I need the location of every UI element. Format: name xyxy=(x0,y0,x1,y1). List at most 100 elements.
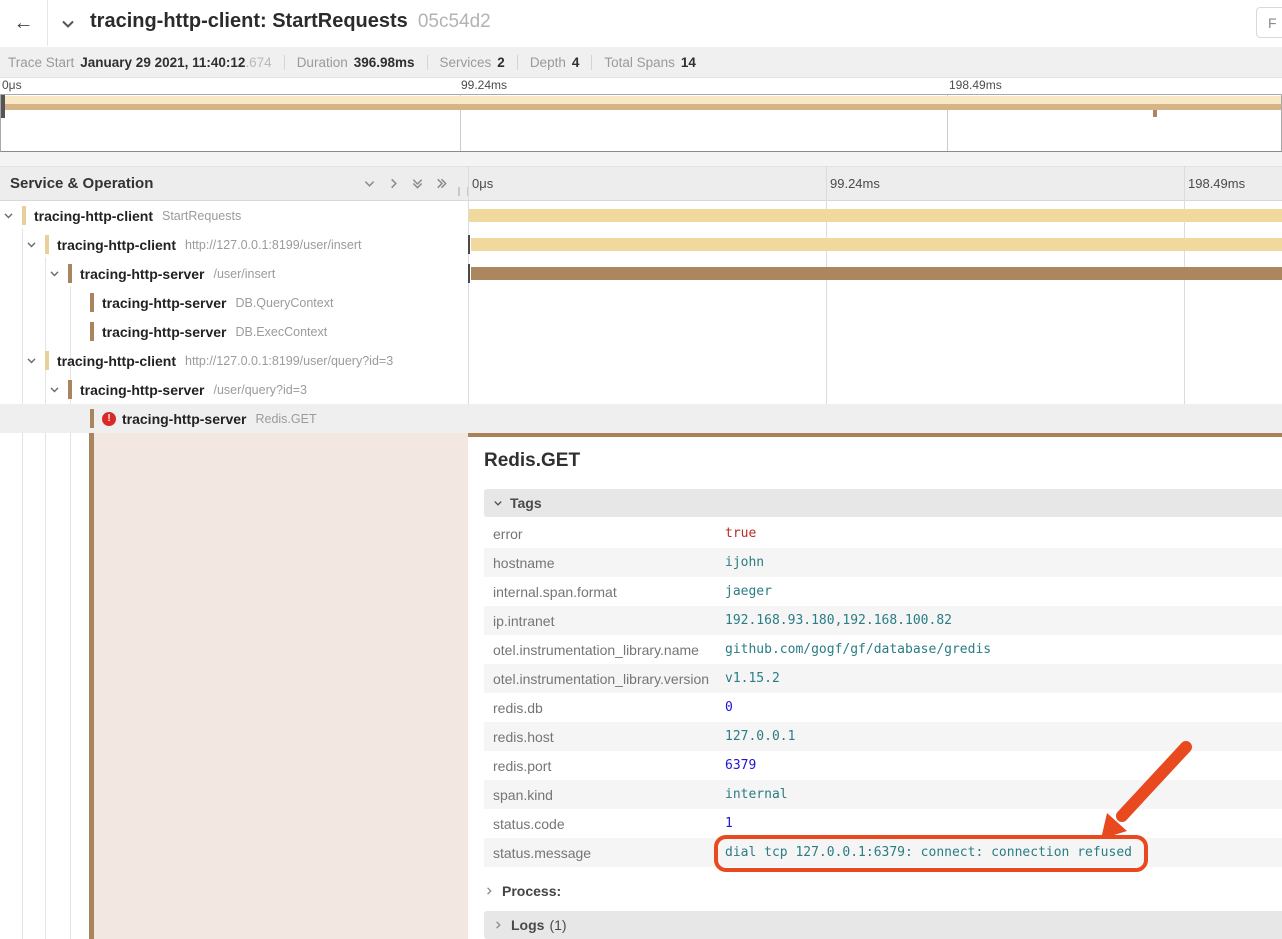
stat-value: 4 xyxy=(572,55,580,70)
jaeger-trace-page: ← tracing-http-client: StartRequests 05c5… xyxy=(0,0,1282,939)
column-resizer-grip[interactable] xyxy=(458,187,469,196)
tag-value: 1 xyxy=(725,816,733,831)
logs-accordion-header[interactable]: Logs (1) xyxy=(484,911,1282,939)
tag-row-span-format: internal.span.formatjaeger xyxy=(484,577,1282,606)
tag-value: 192.168.93.180,192.168.100.82 xyxy=(725,613,952,628)
span-row-start-requests[interactable]: tracing-http-clientStartRequests xyxy=(0,201,1282,230)
span-operation: DB.QueryContext xyxy=(235,296,333,310)
span-color-strip xyxy=(45,351,49,370)
stat-value: 2 xyxy=(497,55,505,70)
span-operation: DB.ExecContext xyxy=(235,325,327,339)
span-operation: http://127.0.0.1:8199/user/query?id=3 xyxy=(185,354,393,368)
error-exclamation-circle-icon: ! xyxy=(102,412,116,426)
chevron-down-icon[interactable] xyxy=(26,239,37,250)
timeline-column-header: Service & Operation 0μs 99.24ms 198.49ms xyxy=(0,166,1282,201)
expand-one-button[interactable] xyxy=(387,177,400,190)
span-row-db-query-context[interactable]: tracing-http-server DB.QueryContext xyxy=(0,288,1282,317)
detail-title: Redis.GET xyxy=(484,450,580,472)
stat-suffix: .674 xyxy=(245,55,271,70)
tag-row-redis-host: redis.host127.0.0.1 xyxy=(484,722,1282,751)
span-color-strip xyxy=(68,380,72,399)
span-service: tracing-http-server xyxy=(122,411,246,427)
tag-key: hostname xyxy=(484,555,725,571)
stat-value: January 29 2021, 11:40:12 xyxy=(80,55,245,70)
span-row-user-query-server[interactable]: tracing-http-server/user/query?id=3 xyxy=(0,375,1282,404)
span-color-strip xyxy=(45,235,49,254)
minimap-scrubber-handle[interactable] xyxy=(1,95,5,118)
stat-label: Trace Start xyxy=(8,55,74,70)
tag-value: 0 xyxy=(725,700,733,715)
logs-header-label: Logs xyxy=(511,917,544,933)
collapse-all-button[interactable] xyxy=(411,177,424,190)
span-color-strip xyxy=(68,264,72,283)
tag-value: jaeger xyxy=(725,584,772,599)
stat-label: Depth xyxy=(530,55,566,70)
chevron-down-icon[interactable] xyxy=(3,210,14,221)
span-operation: /user/query?id=3 xyxy=(213,383,306,397)
chevron-down-icon[interactable] xyxy=(49,384,60,395)
tag-key: otel.instrumentation_library.version xyxy=(484,671,725,687)
span-bar[interactable] xyxy=(471,267,1282,280)
process-accordion-header[interactable]: Process: xyxy=(484,878,561,904)
tag-row-otel-lib-version: otel.instrumentation_library.versionv1.1… xyxy=(484,664,1282,693)
span-service: tracing-http-server xyxy=(102,295,226,311)
expand-all-button[interactable] xyxy=(435,177,448,190)
minimap-span-band-server xyxy=(1,104,1281,110)
span-bar[interactable] xyxy=(469,209,1282,222)
chevron-down-icon[interactable] xyxy=(26,355,37,366)
span-row-user-insert-client[interactable]: tracing-http-clienthttp://127.0.0.1:8199… xyxy=(0,230,1282,259)
span-color-strip xyxy=(90,322,94,341)
find-input[interactable]: F xyxy=(1256,7,1282,38)
tag-value: internal xyxy=(725,787,788,802)
tag-key: error xyxy=(484,526,725,542)
collapse-one-button[interactable] xyxy=(363,177,376,190)
trace-name: tracing-http-client: StartRequests xyxy=(90,10,408,32)
chevron-right-icon xyxy=(484,886,494,896)
trace-collapse-toggle[interactable] xyxy=(60,16,76,32)
double-chevron-down-icon xyxy=(411,177,424,190)
tree-controls xyxy=(363,177,448,190)
span-color-strip xyxy=(22,206,26,225)
span-bar[interactable] xyxy=(471,238,1282,251)
tag-value: ijohn xyxy=(725,555,764,570)
tag-key: redis.host xyxy=(484,729,725,745)
tag-key: status.code xyxy=(484,816,725,832)
span-row-user-query-client[interactable]: tracing-http-client http://127.0.0.1:8199… xyxy=(0,346,1282,375)
logs-count: (1) xyxy=(549,917,566,933)
stat-services: Services 2 xyxy=(427,55,517,70)
top-bar: ← tracing-http-client: StartRequests 05c5… xyxy=(0,0,1282,48)
minimap-canvas[interactable] xyxy=(0,94,1282,152)
span-row-user-insert-server[interactable]: tracing-http-server/user/insert xyxy=(0,259,1282,288)
trace-id: 05c54d2 xyxy=(418,11,491,32)
minimap-tick-2: 198.49ms xyxy=(949,78,1002,92)
tag-value: v1.15.2 xyxy=(725,671,780,686)
tag-key: redis.port xyxy=(484,758,725,774)
span-row-redis-get[interactable]: ! tracing-http-server Redis.GET xyxy=(0,404,1282,433)
chevron-down-icon xyxy=(363,177,376,190)
span-operation: /user/insert xyxy=(213,267,275,281)
minimap-tick-1: 99.24ms xyxy=(461,78,507,92)
tags-header-label: Tags xyxy=(510,495,542,511)
chevron-down-icon xyxy=(493,498,503,508)
tag-row-span-kind: span.kindinternal xyxy=(484,780,1282,809)
tag-key: status.message xyxy=(484,845,725,861)
back-button[interactable]: ← xyxy=(0,0,48,46)
stat-trace-start: Trace Start January 29 2021, 11:40:12 .6… xyxy=(8,55,284,70)
stat-total-spans: Total Spans 14 xyxy=(591,55,708,70)
span-color-strip xyxy=(90,409,94,428)
chevron-down-icon[interactable] xyxy=(49,268,60,279)
tag-key: redis.db xyxy=(484,700,725,716)
trace-stats-bar: Trace Start January 29 2021, 11:40:12 .6… xyxy=(0,47,1282,78)
timeline-tick-0: 0μs xyxy=(472,176,493,191)
tags-accordion-header[interactable]: Tags xyxy=(484,489,1282,517)
tag-key: span.kind xyxy=(484,787,725,803)
span-row-db-exec-context[interactable]: tracing-http-serverDB.ExecContext xyxy=(0,317,1282,346)
minimap-error-span-mark xyxy=(1153,110,1157,117)
stat-value: 14 xyxy=(681,55,696,70)
tag-value: 6379 xyxy=(725,758,756,773)
span-service: tracing-http-client xyxy=(57,353,176,369)
tag-key: ip.intranet xyxy=(484,613,725,629)
span-operation: StartRequests xyxy=(162,209,241,223)
spacer xyxy=(0,152,1282,166)
tag-row-redis-db: redis.db0 xyxy=(484,693,1282,722)
